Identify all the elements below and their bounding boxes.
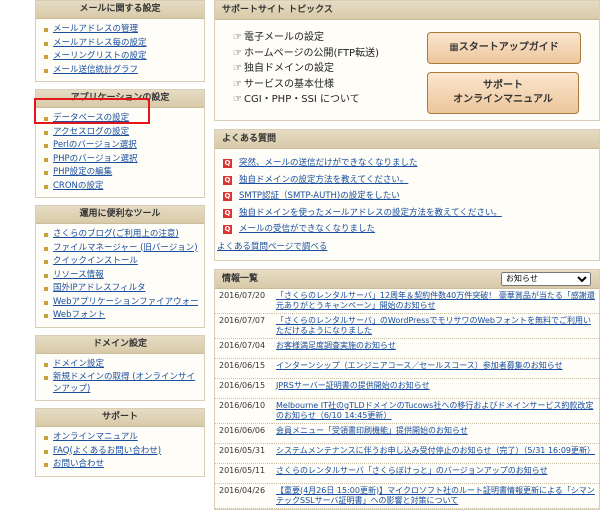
sidebar-section-support: サポート オンラインマニュアル FAQ(よくあるお問い合わせ) お問い合わせ bbox=[35, 408, 205, 477]
info-link[interactable]: JPRSサーバー証明書の提供開始のお知らせ bbox=[276, 381, 430, 390]
faq-link[interactable]: 突然、メールの送信だけができなくなりました bbox=[239, 158, 418, 168]
info-date: 2016/05/31 bbox=[215, 443, 272, 464]
panel-title: サポートサイト トピックス bbox=[215, 1, 599, 20]
highlight-box bbox=[34, 98, 150, 124]
info-link[interactable]: Melbourne IT社のgTLDドメインのTucows社への移行およびドメイ… bbox=[276, 401, 593, 420]
sidebar-section-mail: メールに関する設定 メールアドレスの管理 メールアドレス毎の設定 メーリングリス… bbox=[35, 0, 205, 82]
sidebar-link-blog[interactable]: さくらのブログ(ご利用上の注意) bbox=[53, 229, 179, 239]
faq-more-link[interactable]: よくある質問ページで調べる bbox=[217, 242, 327, 252]
sidebar-link-quick-install[interactable]: クイックインストール bbox=[53, 256, 138, 266]
info-link[interactable]: 【重要(4月26日 15:00更新)】マイクロソフト社のルート証明書情報更新によ… bbox=[276, 486, 595, 505]
table-row: 2016/06/15 JPRSサーバー証明書の提供開始のお知らせ bbox=[215, 378, 599, 399]
table-row: 2016/05/11 さくらのレンタルサーバ「さくらぼけっと」のバージョンアップの… bbox=[215, 463, 599, 484]
faq-link[interactable]: SMTP認証（SMTP-AUTH)の設定をしたい bbox=[239, 191, 400, 201]
info-date: 2016/06/06 bbox=[215, 423, 272, 444]
question-icon: Q bbox=[223, 225, 232, 234]
section-title: ドメイン設定 bbox=[36, 335, 204, 354]
sidebar: メールに関する設定 メールアドレスの管理 メールアドレス毎の設定 メーリングリス… bbox=[35, 0, 205, 484]
info-link[interactable]: システムメンテナンスに伴うお申し込み受付停止のお知らせ（完了）（5/31 16:… bbox=[276, 446, 595, 455]
info-date: 2016/05/11 bbox=[215, 463, 272, 484]
main-content: サポートサイト トピックス 電子メールの設定 ホームページの公開(FTP転送) … bbox=[214, 0, 600, 518]
support-topics-panel: サポートサイト トピックス 電子メールの設定 ホームページの公開(FTP転送) … bbox=[214, 0, 600, 121]
panel-title: 情報一覧 bbox=[222, 273, 259, 284]
sidebar-link-php-version[interactable]: PHPのバージョン選択 bbox=[53, 154, 137, 164]
table-row: 2016/06/10 Melbourne IT社のgTLDドメインのTucows社… bbox=[215, 398, 599, 424]
question-icon: Q bbox=[223, 208, 232, 218]
topic-item[interactable]: サービスの基本仕様 bbox=[233, 77, 379, 93]
info-link[interactable]: 「さくらのレンタルサーバ」のWordPressでモリサワのWebフォントを無料で… bbox=[276, 316, 591, 335]
info-date: 2016/06/10 bbox=[215, 398, 272, 424]
table-row: 2016/06/15 インターンシップ（エンジニアコース／セールスコース）参加者募… bbox=[215, 358, 599, 379]
info-date: 2016/07/07 bbox=[215, 313, 272, 339]
info-date: 2016/06/15 bbox=[215, 358, 272, 379]
topic-item[interactable]: CGI・PHP・SSI について bbox=[233, 92, 379, 108]
online-manual-label-1: サポート bbox=[483, 80, 523, 91]
faq-link[interactable]: メールの受信ができなくなりました bbox=[239, 224, 375, 234]
info-date: 2016/07/20 bbox=[215, 288, 272, 314]
info-panel: 情報一覧 お知らせ 2016/07/20 「さくらのレンタルサーバ」12周年＆契約… bbox=[214, 268, 600, 510]
table-row: 2016/06/06 会員メニュー「受領書印刷機能」提供開始のお知らせ bbox=[215, 423, 599, 444]
faq-panel: よくある質問 Q 突然、メールの送信だけができなくなりました Q 独自ドメインの設定… bbox=[214, 129, 600, 261]
sidebar-link-new-domain[interactable]: 新規ドメインの取得 (オンラインサインアップ) bbox=[53, 372, 195, 394]
info-filter-select[interactable]: お知らせ bbox=[501, 271, 591, 286]
info-date: 2016/07/04 bbox=[215, 338, 272, 359]
sidebar-link-waf[interactable]: Webアプリケーションファイアウォール bbox=[53, 297, 198, 307]
table-row: 2016/07/04 お客様満足度調査実施のお知らせ bbox=[215, 338, 599, 359]
topic-item[interactable]: ホームページの公開(FTP転送) bbox=[233, 46, 379, 62]
info-link[interactable]: さくらのレンタルサーバ「さくらぼけっと」のバージョンアップのお知らせ bbox=[276, 466, 548, 475]
info-link[interactable]: インターンシップ（エンジニアコース／セールスコース）参加者募集のお知らせ bbox=[276, 361, 563, 370]
topic-item[interactable]: 独自ドメインの設定 bbox=[233, 61, 379, 77]
section-title: 運用に便利なツール bbox=[36, 206, 204, 224]
sidebar-link-web-font[interactable]: Webフォント bbox=[53, 310, 106, 320]
table-row: 2016/07/07 「さくらのレンタルサーバ」のWordPressでモリサワのW… bbox=[215, 313, 599, 339]
sidebar-link-faq[interactable]: FAQ(よくあるお問い合わせ) bbox=[53, 446, 161, 456]
sidebar-link-php-edit[interactable]: PHP設定の編集 bbox=[53, 167, 112, 177]
sidebar-section-domain: ドメイン設定 ドメイン設定 新規ドメインの取得 (オンラインサインアップ) bbox=[35, 334, 205, 401]
info-date: 2016/04/26 bbox=[215, 483, 272, 509]
sidebar-link-mail-address-manage[interactable]: メールアドレスの管理 bbox=[53, 24, 138, 34]
book-icon: ▦ bbox=[449, 42, 459, 53]
info-link[interactable]: 会員メニュー「受領書印刷機能」提供開始のお知らせ bbox=[276, 426, 468, 435]
sidebar-link-access-log[interactable]: アクセスログの設定 bbox=[53, 127, 129, 137]
panel-title: よくある質問 bbox=[215, 130, 599, 149]
question-icon: Q bbox=[223, 175, 232, 185]
faq-link[interactable]: 独自ドメインを使ったメールアドレスの設定方法を教えてください。 bbox=[239, 208, 502, 218]
sidebar-link-per-address-settings[interactable]: メールアドレス毎の設定 bbox=[53, 38, 147, 48]
table-row: 2016/05/31 システムメンテナンスに伴うお申し込み受付停止のお知らせ（完了… bbox=[215, 443, 599, 464]
sidebar-link-mailing-list[interactable]: メーリングリストの設定 bbox=[53, 51, 147, 61]
question-icon: Q bbox=[223, 159, 232, 168]
sidebar-link-cron[interactable]: CRONの設定 bbox=[53, 181, 103, 191]
sidebar-link-file-manager[interactable]: ファイルマネージャー (旧バージョン) bbox=[53, 243, 198, 253]
sidebar-section-tools: 運用に便利なツール さくらのブログ(ご利用上の注意) ファイルマネージャー (旧… bbox=[35, 205, 205, 328]
sidebar-link-perl-version[interactable]: Perlのバージョン選択 bbox=[53, 140, 137, 150]
online-manual-label-2: オンラインマニュアル bbox=[453, 94, 553, 105]
faq-link[interactable]: 独自ドメインの設定方法を教えてください。 bbox=[239, 175, 408, 185]
info-table: 2016/07/20 「さくらのレンタルサーバ」12周年＆契約件数40万件突破！ … bbox=[215, 288, 599, 509]
section-title: サポート bbox=[36, 409, 204, 427]
sidebar-link-online-manual[interactable]: オンラインマニュアル bbox=[53, 432, 138, 442]
table-row: 2016/04/26 【重要(4月26日 15:00更新)】マイクロソフト社のルー… bbox=[215, 483, 599, 509]
sidebar-link-mail-stats[interactable]: メール送信統計グラフ bbox=[53, 65, 138, 75]
info-link[interactable]: お客様満足度調査実施のお知らせ bbox=[276, 341, 396, 350]
info-link[interactable]: 「さくらのレンタルサーバ」12周年＆契約件数40万件突破！ 豪華賞品が当たる「感… bbox=[276, 291, 595, 310]
section-title: メールに関する設定 bbox=[36, 1, 204, 19]
sidebar-link-ip-filter[interactable]: 国外IPアドレスフィルタ bbox=[53, 283, 145, 293]
info-date: 2016/06/15 bbox=[215, 378, 272, 399]
sidebar-link-domain-settings[interactable]: ドメイン設定 bbox=[53, 359, 104, 369]
table-row: 2016/07/20 「さくらのレンタルサーバ」12周年＆契約件数40万件突破！ … bbox=[215, 288, 599, 314]
online-manual-button[interactable]: サポート オンラインマニュアル bbox=[427, 72, 579, 114]
sidebar-link-contact[interactable]: お問い合わせ bbox=[53, 459, 104, 469]
startup-guide-button[interactable]: ▦スタートアップガイド bbox=[427, 32, 581, 64]
question-icon: Q bbox=[223, 192, 232, 201]
topic-item[interactable]: 電子メールの設定 bbox=[233, 30, 379, 46]
sidebar-link-resource-info[interactable]: リソース情報 bbox=[53, 270, 104, 280]
startup-guide-label: スタートアップガイド bbox=[458, 42, 559, 53]
